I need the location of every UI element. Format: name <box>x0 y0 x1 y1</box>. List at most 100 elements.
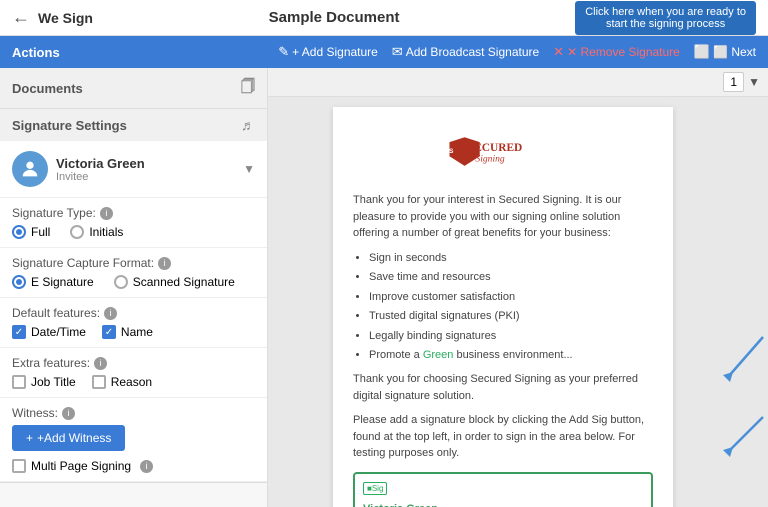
add-witness-button[interactable]: + +Add Witness <box>12 425 125 451</box>
multi-page-label: Multi Page Signing <box>31 459 131 473</box>
add-broadcast-label: Add Broadcast Signature <box>406 45 539 59</box>
document-page: S ECURED S Signing Thank you for your in… <box>333 107 673 507</box>
actions-label: Actions <box>12 45 60 60</box>
multi-page-signing-checkbox[interactable]: Multi Page Signing i <box>12 459 255 473</box>
default-features-group: ✓ Date/Time ✓ Name <box>12 325 255 339</box>
sig-type-initials-label: Initials <box>89 225 123 239</box>
document-title: Sample Document <box>269 9 400 26</box>
next-button[interactable]: ⬜ ⬜ Next <box>694 44 756 60</box>
svg-text:ECURED: ECURED <box>474 142 522 154</box>
capture-format-info-icon[interactable]: i <box>158 257 171 270</box>
datetime-label: Date/Time <box>31 325 86 339</box>
back-button[interactable]: ← <box>12 7 30 28</box>
reason-check-box <box>92 375 106 389</box>
extra-features-label: Extra features: i <box>12 356 255 370</box>
signature-block[interactable]: ■Sig Victoria Green <box>353 472 653 507</box>
datetime-checkbox[interactable]: ✓ Date/Time <box>12 325 86 339</box>
capture-format-group: E Signature Scanned Signature <box>12 275 255 289</box>
radio-esig <box>12 275 26 289</box>
remove-signature-button[interactable]: ✕ ✕ Remove Signature <box>553 44 680 60</box>
radio-initials <box>70 225 84 239</box>
doc-toolbar: 1 ▼ <box>268 68 768 97</box>
user-chevron-icon[interactable]: ▼ <box>243 162 255 176</box>
list-item: Trusted digital signatures (PKI) <box>369 308 653 326</box>
add-signature-button[interactable]: ✎ + Add Signature <box>278 44 378 60</box>
start-signing-label: Click here when you are ready tostart th… <box>585 6 746 30</box>
remove-icon: ✕ <box>553 44 564 60</box>
multi-page-info-icon[interactable]: i <box>140 460 153 473</box>
svg-text:S: S <box>449 148 454 155</box>
job-title-check-box <box>12 375 26 389</box>
list-item: Promote a Green business environment... <box>369 347 653 365</box>
doc-list: Sign in seconds Save time and resources … <box>369 250 653 366</box>
next-icon: ⬜ <box>694 44 710 60</box>
remove-signature-label: ✕ Remove Signature <box>567 45 680 59</box>
datetime-check-box: ✓ <box>12 325 26 339</box>
witness-info-icon[interactable]: i <box>62 407 75 420</box>
share-icon: ♬ <box>241 117 255 133</box>
logo-svg: S ECURED S Signing <box>443 127 563 177</box>
reason-checkbox[interactable]: Reason <box>92 375 152 389</box>
sig-logo-icon: ■Sig <box>363 482 387 495</box>
next-label: ⬜ Next <box>713 45 756 59</box>
broadcast-icon: ✉ <box>392 44 403 60</box>
svg-text:S: S <box>466 142 472 154</box>
extra-features-info-icon[interactable]: i <box>94 357 107 370</box>
doc-logo: S ECURED S Signing <box>353 127 653 180</box>
documents-section-header: Documents 🗍 <box>0 68 267 108</box>
capture-format-label: Signature Capture Format: i <box>12 256 255 270</box>
scanned-sig-label: Scanned Signature <box>133 275 235 289</box>
sig-type-label: Signature Type: i <box>12 206 255 220</box>
user-name: Victoria Green <box>56 156 235 171</box>
name-check-box: ✓ <box>102 325 116 339</box>
e-signature-option[interactable]: E Signature <box>12 275 94 289</box>
doc-para2: Thank you for choosing Secured Signing a… <box>353 371 653 404</box>
app-title: We Sign <box>38 10 93 26</box>
sig-type-full[interactable]: Full <box>12 225 50 239</box>
page-down-icon[interactable]: ▼ <box>748 75 760 89</box>
page-number[interactable]: 1 <box>723 72 744 92</box>
doc-para1: Thank you for your interest in Secured S… <box>353 192 653 242</box>
doc-para3: Please add a signature block by clicking… <box>353 412 653 462</box>
extra-features-group: Job Title Reason <box>12 375 255 389</box>
name-checkbox[interactable]: ✓ Name <box>102 325 153 339</box>
sig-settings-label: Signature Settings <box>12 118 127 133</box>
sig-type-full-label: Full <box>31 225 50 239</box>
job-title-checkbox[interactable]: Job Title <box>12 375 76 389</box>
witness-label: Witness: i <box>12 406 255 420</box>
user-info: Victoria Green Invitee <box>56 156 235 183</box>
e-signature-label: E Signature <box>31 275 94 289</box>
green-text: Green <box>423 349 454 361</box>
user-section[interactable]: Victoria Green Invitee ▼ <box>0 141 267 198</box>
default-features-info-icon[interactable]: i <box>104 307 117 320</box>
job-title-label: Job Title <box>31 375 76 389</box>
list-item: Legally binding signatures <box>369 328 653 346</box>
default-features-label: Default features: i <box>12 306 255 320</box>
user-role: Invitee <box>56 171 235 183</box>
list-item: Sign in seconds <box>369 250 653 268</box>
signature-name: Victoria Green <box>363 503 438 507</box>
add-witness-label: +Add Witness <box>37 431 111 445</box>
sig-type-group: Full Initials <box>12 225 255 239</box>
radio-scanned <box>114 275 128 289</box>
scanned-sig-option[interactable]: Scanned Signature <box>114 275 235 289</box>
reason-label: Reason <box>111 375 152 389</box>
sig-settings-header: Signature Settings ♬ <box>0 109 267 141</box>
sig-block-logo: ■Sig <box>363 479 387 494</box>
svg-text:Signing: Signing <box>475 154 505 165</box>
arrows-overlay <box>708 257 768 507</box>
avatar <box>12 151 48 187</box>
sig-type-info-icon[interactable]: i <box>100 207 113 220</box>
add-signature-icon: ✎ <box>278 44 289 60</box>
list-item: Save time and resources <box>369 269 653 287</box>
documents-icon: 🗍 <box>241 76 255 100</box>
radio-full <box>12 225 26 239</box>
add-broadcast-button[interactable]: ✉ Add Broadcast Signature <box>392 44 539 60</box>
name-label: Name <box>121 325 153 339</box>
sig-type-initials[interactable]: Initials <box>70 225 123 239</box>
start-signing-button[interactable]: Click here when you are ready tostart th… <box>575 1 756 35</box>
add-signature-label: + Add Signature <box>292 45 378 59</box>
multi-page-check-box <box>12 459 26 473</box>
add-witness-icon: + <box>26 431 33 445</box>
documents-label: Documents <box>12 81 83 96</box>
